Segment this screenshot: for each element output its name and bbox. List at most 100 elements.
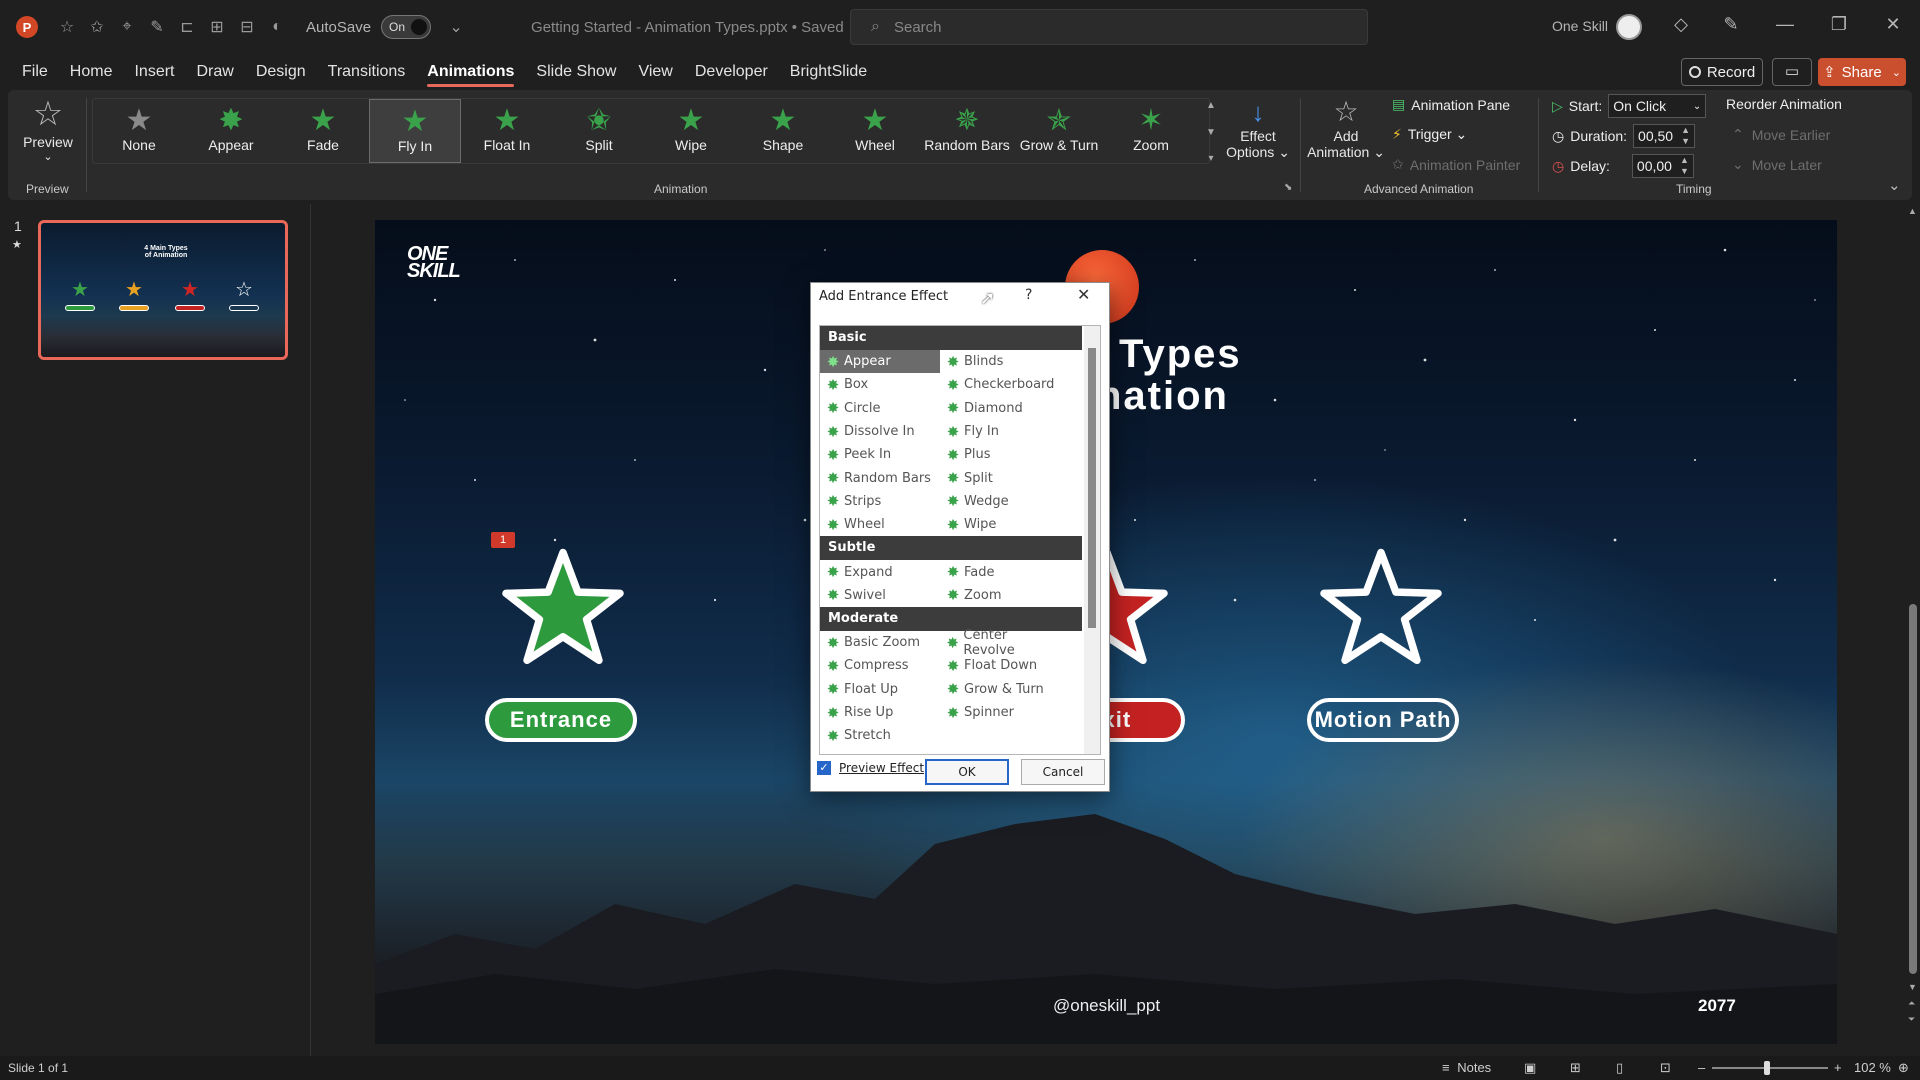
list-scrollbar[interactable] bbox=[1084, 326, 1100, 754]
gallery-more-icon[interactable]: ▾ bbox=[1204, 153, 1218, 164]
slideshow-icon[interactable]: ⊡ bbox=[1660, 1060, 1671, 1076]
effect-item-peek-in[interactable]: ✸ Peek In bbox=[820, 443, 940, 466]
effect-item-float-down[interactable]: ✸ Float Down bbox=[940, 654, 1060, 677]
motion-path-pill[interactable]: Motion Path bbox=[1307, 698, 1459, 742]
tab-transitions[interactable]: Transitions bbox=[328, 57, 406, 87]
tab-home[interactable]: Home bbox=[70, 57, 113, 87]
scroll-down-icon[interactable]: ▼ bbox=[1908, 982, 1917, 992]
star-menu-icon[interactable]: ✩ bbox=[82, 12, 112, 42]
align-icon[interactable]: ⊏ bbox=[172, 12, 202, 42]
slide-sorter-icon[interactable]: ⊞ bbox=[1570, 1060, 1581, 1076]
help-icon[interactable]: ? bbox=[1025, 287, 1032, 303]
effect-item-stretch[interactable]: ✸ Stretch bbox=[820, 724, 940, 747]
spinner-arrows-icon[interactable]: ▲ ▼ bbox=[1680, 155, 1689, 177]
effect-item-spinner[interactable]: ✸ Spinner bbox=[940, 701, 1060, 724]
effect-item-diamond[interactable]: ✸ Diamond bbox=[940, 397, 1060, 420]
effect-random-bars[interactable]: ✵ Random Bars bbox=[921, 99, 1013, 163]
effect-item-appear[interactable]: ✸ Appear bbox=[820, 350, 940, 374]
collapse-ribbon-icon[interactable]: ⌄ bbox=[1888, 176, 1901, 194]
effect-appear[interactable]: ✸ Appear bbox=[185, 99, 277, 163]
effect-item-wedge[interactable]: ✸ Wedge bbox=[940, 490, 1060, 513]
user-name[interactable]: One Skill bbox=[1552, 18, 1608, 34]
scrollbar-thumb[interactable] bbox=[1909, 604, 1917, 974]
effect-wipe[interactable]: ★ Wipe bbox=[645, 99, 737, 163]
tab-view[interactable]: View bbox=[638, 57, 672, 87]
diamond-premium-icon[interactable]: ◇ bbox=[1666, 14, 1696, 35]
trigger-button[interactable]: ⚡ Trigger ⌄ bbox=[1392, 126, 1467, 143]
slide-thumbnail[interactable]: 4 Main Types of Animation ★ ★ ★ ☆ bbox=[38, 220, 288, 360]
tab-design[interactable]: Design bbox=[256, 57, 306, 87]
effect-float-in[interactable]: ★ Float In bbox=[461, 99, 553, 163]
effect-list[interactable]: Basic ✸ Appear ✸ Blinds ✸ Box ✸ Checkerboard… bbox=[819, 325, 1101, 755]
reading-view-icon[interactable]: ▯ bbox=[1616, 1060, 1623, 1076]
scroll-up-icon[interactable]: ▲ bbox=[1908, 206, 1917, 216]
effect-item-fade[interactable]: ✸ Fade bbox=[940, 560, 1060, 583]
delay-input[interactable]: 00,00 ▲ ▼ bbox=[1631, 154, 1694, 178]
effect-item-compress[interactable]: ✸ Compress bbox=[820, 654, 940, 677]
entrance-star[interactable] bbox=[501, 545, 625, 669]
scroll-down-icon[interactable]: ▼ bbox=[1204, 127, 1218, 138]
zoom-in-icon[interactable]: + bbox=[1834, 1060, 1842, 1075]
ok-button[interactable]: OK bbox=[925, 759, 1009, 785]
scroll-up-icon[interactable]: ▲ bbox=[1204, 100, 1218, 111]
zoom-level[interactable]: 102 % bbox=[1854, 1060, 1891, 1075]
tab-insert[interactable]: Insert bbox=[134, 57, 174, 87]
effect-item-grow-turn[interactable]: ✸ Grow & Turn bbox=[940, 678, 1060, 701]
comments-button[interactable]: ▭ bbox=[1772, 58, 1812, 86]
document-title[interactable]: Getting Started - Animation Types.pptx •… bbox=[531, 18, 860, 36]
effect-split[interactable]: ✬ Split bbox=[553, 99, 645, 163]
effect-item-fly-in[interactable]: ✸ Fly In bbox=[940, 420, 1060, 443]
slide-title-line-2[interactable]: nation bbox=[1097, 374, 1229, 419]
footer-handle[interactable]: @oneskill_ppt bbox=[1053, 996, 1160, 1016]
effect-item-dissolve-in[interactable]: ✸ Dissolve In bbox=[820, 420, 940, 443]
dialog-launcher-icon[interactable]: ⬊ bbox=[1284, 182, 1292, 193]
move-earlier-button[interactable]: ⌃ Move Earlier bbox=[1732, 126, 1830, 143]
effect-item-center-revolve[interactable]: ✸ Center Revolve bbox=[940, 628, 1060, 658]
avatar[interactable] bbox=[1616, 14, 1642, 40]
effect-item-wheel[interactable]: ✸ Wheel bbox=[820, 513, 940, 536]
effect-fade[interactable]: ★ Fade bbox=[277, 99, 369, 163]
fit-to-window-icon[interactable]: ⊕ bbox=[1898, 1060, 1909, 1076]
close-window-icon[interactable]: ✕ bbox=[1878, 14, 1908, 35]
tab-slide-show[interactable]: Slide Show bbox=[536, 57, 616, 87]
scrollbar-thumb[interactable] bbox=[1088, 348, 1096, 628]
zoom-slider[interactable] bbox=[1712, 1067, 1828, 1069]
restore-icon[interactable]: ❐ bbox=[1824, 14, 1854, 35]
pen-icon[interactable]: ✎ bbox=[1716, 14, 1746, 35]
effect-item-float-up[interactable]: ✸ Float Up bbox=[820, 678, 940, 701]
animation-pane-button[interactable]: ▤ Animation Pane bbox=[1392, 96, 1510, 113]
notes-button[interactable]: ≡ Notes bbox=[1442, 1060, 1491, 1075]
preview-effect-checkbox[interactable]: ✓ Preview Effect bbox=[817, 761, 924, 775]
record-button[interactable]: Record bbox=[1681, 58, 1763, 86]
effect-item-expand[interactable]: ✸ Expand bbox=[820, 560, 940, 583]
favorite-star-icon[interactable]: ☆ bbox=[52, 12, 82, 42]
effect-item-split[interactable]: ✸ Split bbox=[940, 466, 1060, 489]
autosave-toggle[interactable]: On bbox=[381, 15, 432, 39]
tab-developer[interactable]: Developer bbox=[695, 57, 768, 87]
tab-brightslide[interactable]: BrightSlide bbox=[790, 57, 867, 87]
effect-item-rise-up[interactable]: ✸ Rise Up bbox=[820, 701, 940, 724]
vertical-scrollbar[interactable]: ▲ ▼ ⏶ ⏷ bbox=[1906, 204, 1920, 1056]
preview-button[interactable]: ☆ Preview ⌄ bbox=[16, 94, 80, 194]
effect-shape[interactable]: ★ Shape bbox=[737, 99, 829, 163]
footer-year[interactable]: 2077 bbox=[1698, 996, 1736, 1016]
effect-item-wipe[interactable]: ✸ Wipe bbox=[940, 513, 1060, 536]
shape-fill-icon[interactable]: ◐ bbox=[262, 12, 292, 42]
effect-item-basic-zoom[interactable]: ✸ Basic Zoom bbox=[820, 631, 940, 654]
entrance-pill[interactable]: Entrance bbox=[485, 698, 637, 742]
zoom-slider-thumb[interactable] bbox=[1764, 1061, 1770, 1075]
effect-item-strips[interactable]: ✸ Strips bbox=[820, 490, 940, 513]
motion-path-star[interactable] bbox=[1319, 545, 1443, 669]
start-select[interactable]: On Click ⌄ bbox=[1608, 94, 1707, 118]
share-button[interactable]: ⇪ Share ⌄ bbox=[1818, 58, 1906, 86]
effect-grow-turn[interactable]: ✯ Grow & Turn bbox=[1013, 99, 1105, 163]
effect-item-swivel[interactable]: ✸ Swivel bbox=[820, 584, 940, 607]
minimize-icon[interactable]: — bbox=[1770, 14, 1800, 35]
normal-view-icon[interactable]: ▣ bbox=[1524, 1060, 1536, 1076]
previous-slide-icon[interactable]: ⏶ bbox=[1908, 998, 1915, 1009]
effect-item-plus[interactable]: ✸ Plus bbox=[940, 443, 1060, 466]
slide-title-line-1[interactable]: Types bbox=[1119, 332, 1242, 377]
effect-item-blinds[interactable]: ✸ Blinds bbox=[940, 350, 1060, 373]
cancel-button[interactable]: Cancel bbox=[1021, 759, 1105, 785]
close-icon[interactable]: ✕ bbox=[1077, 285, 1090, 304]
